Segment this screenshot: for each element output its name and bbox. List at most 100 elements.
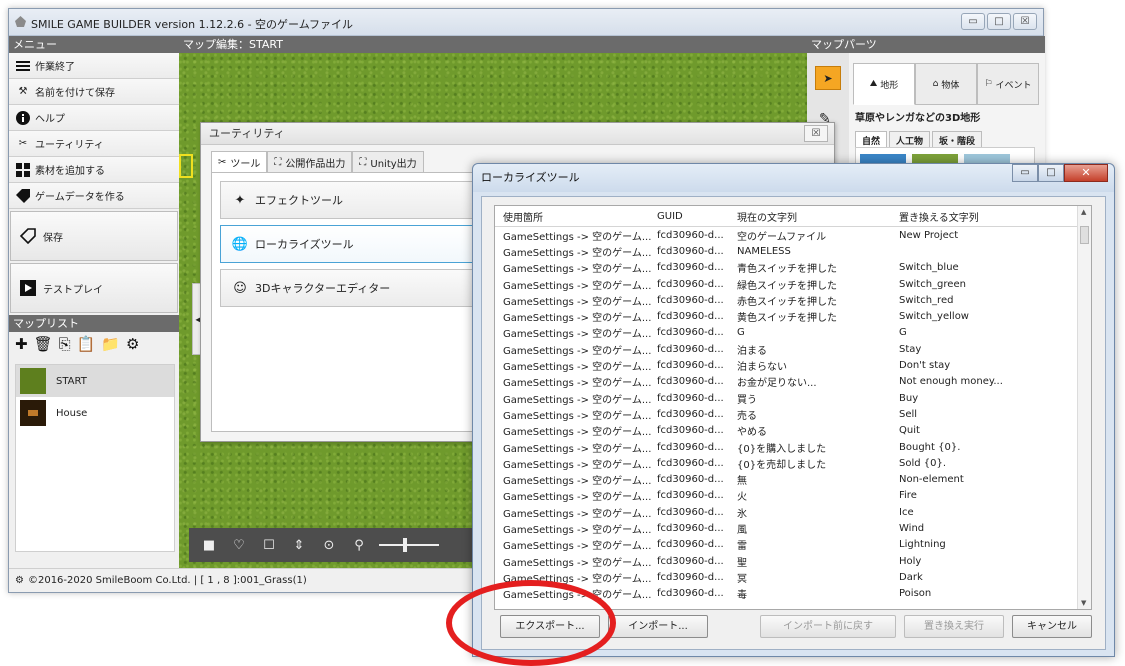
vertical-scrollbar[interactable]: ▲ ▼ (1077, 206, 1091, 609)
select-tool-button[interactable]: ➤ (815, 66, 841, 90)
table-row[interactable]: GameSettings -> 空のゲーム... fcd30960-d... 無 No… (495, 471, 1091, 487)
tools-icon: ✂ (218, 156, 227, 168)
replace-button[interactable]: 置き換え実行 (904, 615, 1004, 638)
face-icon: ☺ (233, 280, 247, 296)
localize-tool-button[interactable]: 🌐 ローカライズツール (220, 225, 500, 263)
table-row[interactable]: GameSettings -> 空のゲーム... fcd30960-d... 聖 Ho… (495, 553, 1091, 569)
table-row[interactable]: GameSettings -> 空のゲーム... fcd30960-d... G G (495, 325, 1091, 341)
table-row[interactable]: GameSettings -> 空のゲーム... fcd30960-d... 空のゲ… (495, 227, 1091, 243)
tab-publish[interactable]: ⛶ 公開作品出力 (267, 151, 353, 173)
table-row[interactable]: GameSettings -> 空のゲーム... fcd30960-d... 風 Wi… (495, 520, 1091, 536)
table-row[interactable]: GameSettings -> 空のゲーム... fcd30960-d... 売る S… (495, 406, 1091, 422)
table-cell[interactable]: Wind (899, 523, 1079, 534)
table-row[interactable]: GameSettings -> 空のゲーム... fcd30960-d... 赤色ス… (495, 292, 1091, 308)
import-button[interactable]: インポート... (608, 615, 708, 638)
shield-view-icon[interactable]: ♡ (229, 535, 249, 555)
camera-icon[interactable]: ■ (199, 535, 219, 555)
table-cell[interactable]: Fire (899, 490, 1079, 501)
table-row[interactable]: GameSettings -> 空のゲーム... fcd30960-d... 氷 Ic… (495, 504, 1091, 520)
menu-item-quit[interactable]: 作業終了 (9, 53, 179, 79)
menu-item-utility[interactable]: ✂ ユーティリティ (9, 131, 179, 157)
effect-tool-button[interactable]: ✦ エフェクトツール (220, 181, 500, 219)
table-row[interactable]: GameSettings -> 空のゲーム... fcd30960-d... 火 Fi… (495, 488, 1091, 504)
zoom-icon[interactable]: ⚲ (349, 535, 369, 555)
height-icon[interactable]: ⇕ (289, 535, 309, 555)
close-button[interactable]: ☒ (1013, 13, 1037, 30)
table-cell[interactable]: Dark (899, 572, 1079, 583)
table-cell[interactable]: Sell (899, 409, 1079, 420)
table-cell[interactable]: Poison (899, 588, 1079, 599)
list-item[interactable]: House (16, 397, 174, 429)
scroll-up-icon[interactable]: ▲ (1081, 208, 1086, 216)
column-header[interactable]: 置き換える文字列 (899, 209, 1079, 224)
table-cell[interactable]: Buy (899, 393, 1079, 404)
table-row[interactable]: GameSettings -> 空のゲーム... fcd30960-d... 黄色ス… (495, 308, 1091, 324)
minimize-button[interactable]: ▭ (1012, 164, 1038, 182)
scroll-down-icon[interactable]: ▼ (1081, 599, 1086, 607)
square-icon[interactable]: ☐ (259, 535, 279, 555)
testplay-button[interactable]: テストプレイ (10, 263, 178, 313)
cancel-button[interactable]: キャンセル (1012, 615, 1092, 638)
maximize-button[interactable]: □ (1038, 164, 1064, 182)
table-cell[interactable]: Switch_yellow (899, 311, 1079, 322)
table-row[interactable]: GameSettings -> 空のゲーム... fcd30960-d... 緑色ス… (495, 276, 1091, 292)
column-header[interactable]: 現在の文字列 (737, 209, 899, 224)
paste-icon[interactable]: 📋 (77, 335, 96, 353)
zoom-slider[interactable] (379, 538, 439, 552)
folder-icon[interactable]: 📁 (101, 335, 120, 353)
close-button[interactable]: ✕ (1064, 164, 1108, 182)
table-cell[interactable]: Switch_blue (899, 262, 1079, 273)
table-cell[interactable]: Switch_red (899, 295, 1079, 306)
table-cell[interactable]: Bought {0}. (899, 442, 1079, 453)
table-cell[interactable]: Holy (899, 556, 1079, 567)
copy-icon[interactable]: ⎘ (59, 335, 71, 353)
target-icon[interactable]: ⊙ (319, 535, 339, 555)
table-row[interactable]: GameSettings -> 空のゲーム... fcd30960-d... 買う B… (495, 390, 1091, 406)
column-header[interactable]: 使用箇所 (495, 209, 657, 224)
column-header[interactable]: GUID (657, 211, 737, 222)
table-row[interactable]: GameSettings -> 空のゲーム... fcd30960-d... やめる… (495, 423, 1091, 439)
utility-close-button[interactable]: ☒ (804, 125, 828, 142)
menu-item-add-material[interactable]: 素材を追加する (9, 157, 179, 183)
table-row[interactable]: GameSettings -> 空のゲーム... fcd30960-d... {0}… (495, 439, 1091, 455)
table-cell[interactable]: Non-element (899, 474, 1079, 485)
tab-tools[interactable]: ✂ ツール (211, 151, 268, 173)
tab-unity[interactable]: ⛶ Unity出力 (352, 151, 424, 173)
tab-object[interactable]: ⌂ 物体 (915, 63, 977, 105)
gear-icon[interactable]: ⚙ (126, 335, 139, 353)
table-row[interactable]: GameSettings -> 空のゲーム... fcd30960-d... 青色ス… (495, 260, 1091, 276)
revert-import-button[interactable]: インポート前に戻す (760, 615, 896, 638)
table-cell[interactable]: G (899, 327, 1079, 338)
trash-icon[interactable]: 🗑 (34, 335, 53, 353)
menu-item-make-gamedata[interactable]: ゲームデータを作る (9, 183, 179, 209)
character-editor-button[interactable]: ☺ 3Dキャラクターエディター (220, 269, 500, 307)
table-cell[interactable]: Don't stay (899, 360, 1079, 371)
table-row[interactable]: GameSettings -> 空のゲーム... fcd30960-d... {0}… (495, 455, 1091, 471)
table-row[interactable]: GameSettings -> 空のゲーム... fcd30960-d... NAM… (495, 243, 1091, 259)
table-row[interactable]: GameSettings -> 空のゲーム... fcd30960-d... 泊まら… (495, 357, 1091, 373)
minimize-button[interactable]: ▭ (961, 13, 985, 30)
tab-terrain[interactable]: ⛰ 地形 (853, 63, 915, 105)
table-row[interactable]: GameSettings -> 空のゲーム... fcd30960-d... 冥 Da… (495, 569, 1091, 585)
table-row[interactable]: GameSettings -> 空のゲーム... fcd30960-d... 泊まる… (495, 341, 1091, 357)
save-button[interactable]: 保存 (10, 211, 178, 261)
menu-item-save-as[interactable]: ⚒ 名前を付けて保存 (9, 79, 179, 105)
box-icon: ⛶ (274, 156, 282, 168)
table-cell[interactable]: Ice (899, 507, 1079, 518)
table-row[interactable]: GameSettings -> 空のゲーム... fcd30960-d... お金が… (495, 374, 1091, 390)
list-item[interactable]: START (16, 365, 174, 397)
table-cell[interactable]: Sold {0}. (899, 458, 1079, 469)
scroll-thumb[interactable] (1080, 226, 1089, 244)
table-cell[interactable]: Switch_green (899, 279, 1079, 290)
table-cell[interactable]: Quit (899, 425, 1079, 436)
table-cell[interactable]: New Project (899, 230, 1079, 241)
table-cell: 買う (737, 394, 757, 406)
table-row[interactable]: GameSettings -> 空のゲーム... fcd30960-d... 雷 Li… (495, 537, 1091, 553)
table-cell[interactable]: Lightning (899, 539, 1079, 550)
menu-item-help[interactable]: ヘルプ (9, 105, 179, 131)
maximize-button[interactable]: □ (987, 13, 1011, 30)
table-cell[interactable]: Not enough money... (899, 376, 1079, 387)
table-cell[interactable]: Stay (899, 344, 1079, 355)
add-icon[interactable]: ✚ (15, 335, 28, 353)
tab-event[interactable]: ⚐ イベント (977, 63, 1039, 105)
